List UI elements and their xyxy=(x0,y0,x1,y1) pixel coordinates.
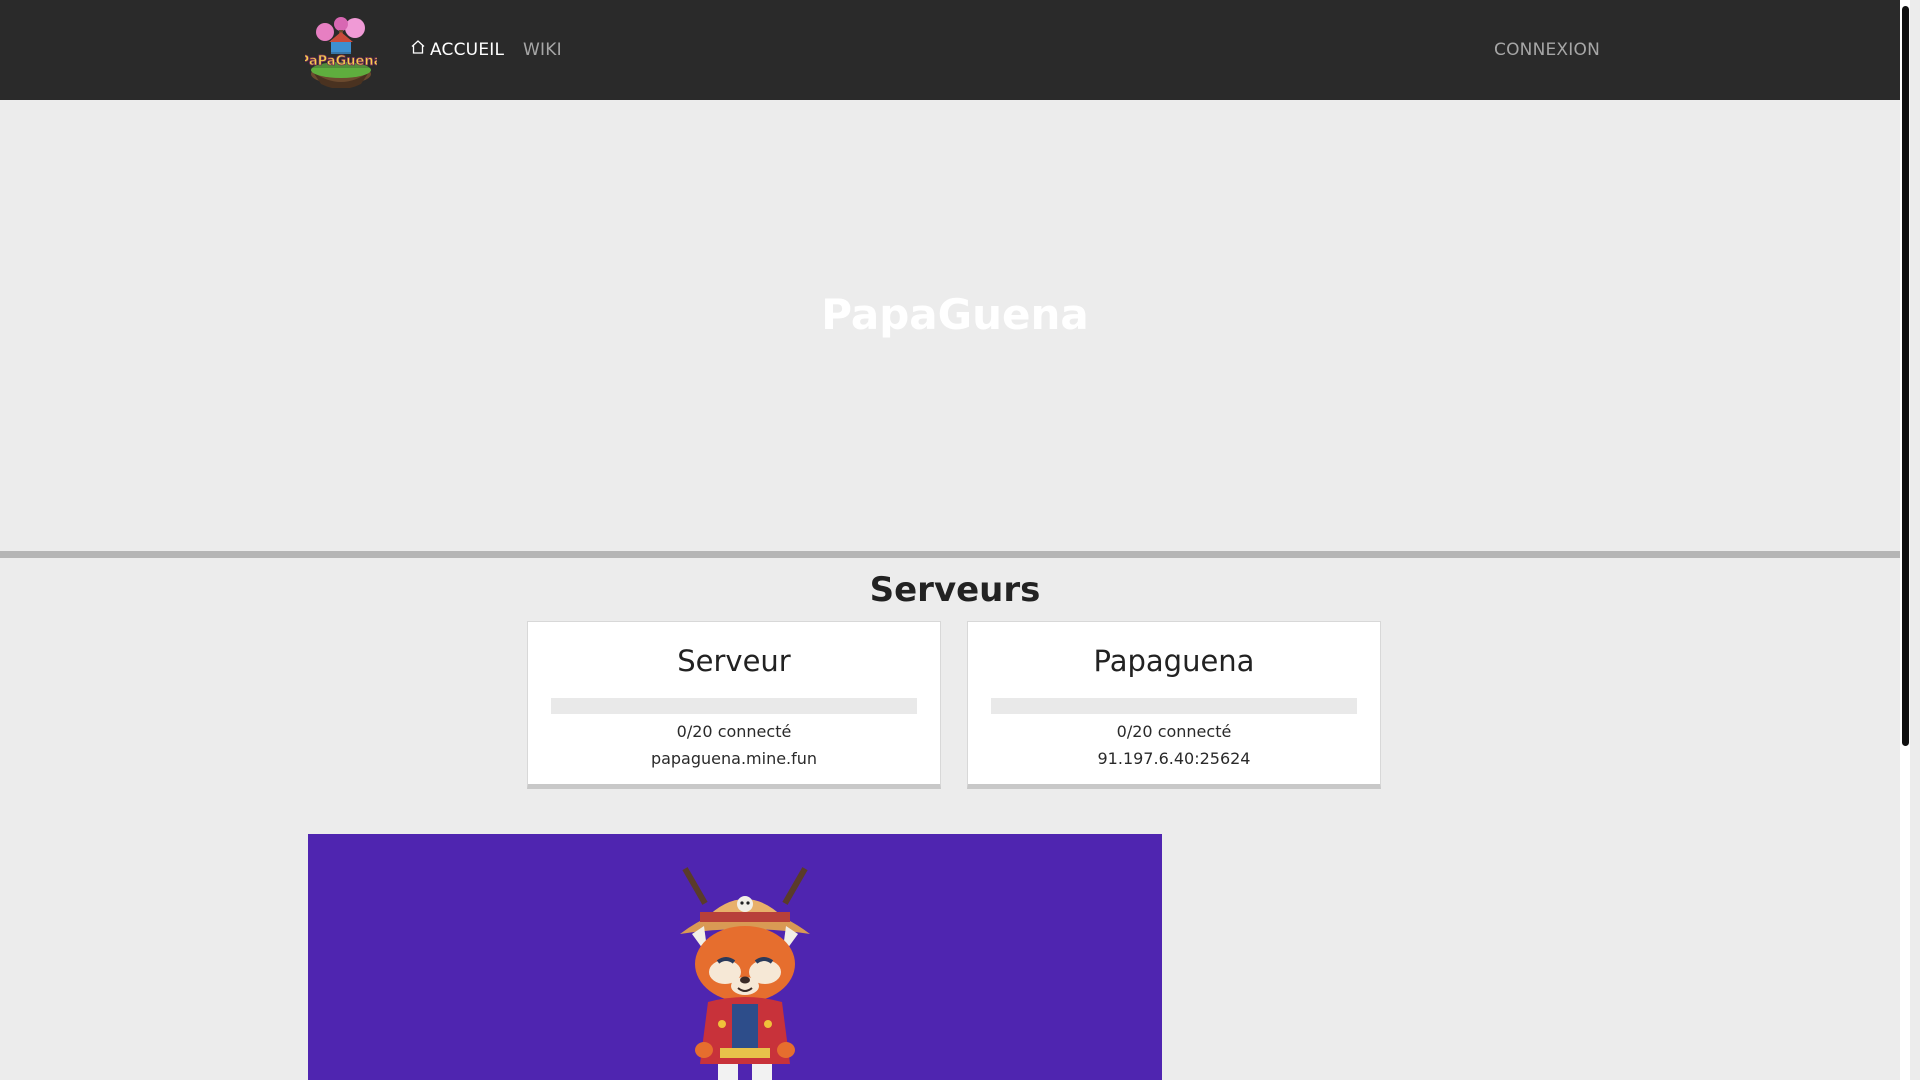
nav-home-link[interactable]: ACCUEIL xyxy=(410,0,504,100)
page: PaPaGuena ACCUEIL WIKI CONNEXION PapaGue… xyxy=(0,0,1910,1080)
site-logo[interactable]: PaPaGuena xyxy=(299,12,383,89)
server-players-progress xyxy=(991,698,1357,714)
server-players-progress xyxy=(551,698,917,714)
server-card[interactable]: Serveur 0/20 connecté papaguena.mine.fun xyxy=(527,621,941,789)
svg-text:PaPaGuena: PaPaGuena xyxy=(305,54,377,69)
hero-title: PapaGuena xyxy=(821,290,1089,339)
nav-wiki-link[interactable]: WIKI xyxy=(523,0,562,100)
nav-home-label: ACCUEIL xyxy=(430,40,505,60)
server-address[interactable]: 91.197.6.40:25624 xyxy=(968,749,1380,768)
server-card[interactable]: Papaguena 0/20 connecté 91.197.6.40:2562… xyxy=(967,621,1381,789)
home-icon xyxy=(410,0,426,100)
page-scrollbar[interactable] xyxy=(1900,0,1910,1080)
server-name: Papaguena xyxy=(1093,644,1255,678)
server-players: 0/20 connecté xyxy=(1116,722,1232,741)
scrollbar-thumb[interactable] xyxy=(1902,6,1909,746)
server-players: 0/20 connecté xyxy=(676,722,792,741)
servers-section-title: Serveurs xyxy=(869,570,1041,610)
server-name: Serveur xyxy=(677,644,791,678)
nav-login-link[interactable]: CONNEXION xyxy=(1494,0,1600,100)
navbar: PaPaGuena ACCUEIL WIKI CONNEXION xyxy=(0,0,1910,100)
red-panda-mascot xyxy=(670,864,820,1080)
hero-banner: PapaGuena xyxy=(0,100,1910,551)
hero-divider xyxy=(0,551,1910,558)
mascot-banner xyxy=(308,834,1162,1080)
server-address[interactable]: papaguena.mine.fun xyxy=(528,749,940,768)
